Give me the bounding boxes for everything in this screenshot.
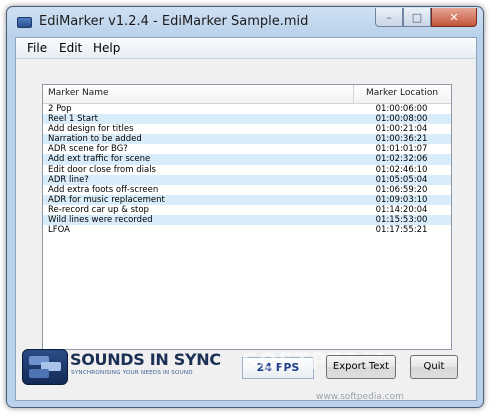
menu-file[interactable]: File bbox=[27, 41, 47, 55]
table-row[interactable]: Narration to be added 01:00:36:21 bbox=[43, 134, 451, 145]
table-row[interactable]: ADR scene for BG? 01:01:01:07 bbox=[43, 144, 451, 154]
table-body: 2 Pop 01:00:06:00 Reel 1 Start 01:00:08:00 A… bbox=[43, 104, 451, 235]
table-row[interactable]: Add extra foots off-screen 01:06:59:20 bbox=[43, 185, 451, 195]
table-row[interactable]: Add ext traffic for scene 01:02:32:06 bbox=[43, 154, 451, 165]
table-row[interactable]: Add design for titles 01:00:21:04 bbox=[43, 124, 451, 134]
marker-location-cell: 01:06:59:20 bbox=[375, 184, 428, 195]
app-icon bbox=[17, 17, 32, 28]
marker-location-cell: 01:09:03:10 bbox=[375, 194, 428, 205]
table-row[interactable]: 2 Pop 01:00:06:00 bbox=[43, 104, 451, 114]
marker-name-cell: ADR scene for BG? bbox=[48, 144, 128, 155]
client-area: File Edit Help Marker Name Marker Locati… bbox=[15, 37, 477, 402]
marker-name-cell: Wild lines were recorded bbox=[48, 215, 153, 226]
marker-location-cell: 01:02:46:10 bbox=[375, 164, 428, 175]
marker-name-cell: ADR line? bbox=[48, 174, 89, 185]
caption-buttons: – □ ✕ bbox=[375, 8, 477, 27]
column-marker-location[interactable]: Marker Location bbox=[366, 88, 438, 98]
maximize-button[interactable]: □ bbox=[403, 8, 431, 27]
menu-help[interactable]: Help bbox=[93, 41, 120, 55]
table-header: Marker Name Marker Location bbox=[43, 85, 451, 104]
marker-name-cell: Add ext traffic for scene bbox=[48, 154, 151, 165]
marker-name-cell: 2 Pop bbox=[48, 104, 72, 114]
marker-location-cell: 01:14:20:04 bbox=[375, 204, 428, 215]
marker-name-cell: Add extra foots off-screen bbox=[48, 184, 159, 195]
export-text-button[interactable]: Export Text bbox=[326, 355, 396, 379]
close-button[interactable]: ✕ bbox=[431, 8, 477, 27]
column-marker-name[interactable]: Marker Name bbox=[48, 88, 109, 98]
marker-name-cell: Re-record car up & stop bbox=[48, 204, 149, 215]
marker-location-cell: 01:00:06:00 bbox=[375, 104, 428, 114]
sounds-in-sync-logo: SOUNDS IN SYNC SYNCHRONISING YOUR NEEDS … bbox=[22, 348, 221, 385]
marker-location-cell: 01:02:32:06 bbox=[375, 154, 428, 165]
marker-name-cell: LFOA bbox=[48, 225, 70, 236]
marker-location-cell: 01:15:53:00 bbox=[375, 215, 428, 226]
menu-bar: File Edit Help bbox=[16, 38, 476, 59]
logo-tagline: SYNCHRONISING YOUR NEEDS IN SOUND bbox=[71, 370, 193, 376]
logo-mark-icon bbox=[22, 349, 68, 385]
table-row[interactable]: Edit door close from dials 01:02:46:10 bbox=[43, 165, 451, 175]
column-divider[interactable] bbox=[353, 85, 354, 103]
table-row[interactable]: LFOA 01:17:55:21 bbox=[43, 225, 451, 235]
marker-location-cell: 01:00:21:04 bbox=[375, 124, 428, 135]
marker-name-cell: Add design for titles bbox=[48, 124, 134, 135]
marker-location-cell: 01:17:55:21 bbox=[375, 225, 428, 236]
softpedia-url: www.softpedia.com bbox=[316, 392, 404, 402]
table-row[interactable]: Re-record car up & stop 01:14:20:04 bbox=[43, 205, 451, 215]
window-title: EdiMarker v1.2.4 - EdiMarker Sample.mid bbox=[39, 14, 309, 29]
marker-name-cell: Edit door close from dials bbox=[48, 164, 156, 175]
marker-name-cell: ADR for music replacement bbox=[48, 194, 165, 205]
table-row[interactable]: ADR for music replacement 01:09:03:10 bbox=[43, 194, 451, 205]
title-bar[interactable]: EdiMarker v1.2.4 - EdiMarker Sample.mid … bbox=[7, 7, 483, 37]
quit-button[interactable]: Quit bbox=[410, 355, 458, 379]
marker-table[interactable]: Marker Name Marker Location 2 Pop 01:00:0… bbox=[42, 84, 452, 350]
marker-location-cell: 01:00:08:00 bbox=[375, 114, 428, 125]
marker-location-cell: 01:01:01:07 bbox=[375, 144, 428, 155]
app-window: EdiMarker v1.2.4 - EdiMarker Sample.mid … bbox=[6, 6, 484, 408]
fps-display: 24 FPS bbox=[242, 357, 314, 379]
marker-location-cell: 01:00:36:21 bbox=[375, 134, 428, 145]
marker-location-cell: 01:05:05:04 bbox=[375, 174, 428, 185]
minimize-button[interactable]: – bbox=[375, 8, 403, 27]
menu-edit[interactable]: Edit bbox=[59, 41, 82, 55]
table-row[interactable]: Reel 1 Start 01:00:08:00 bbox=[43, 114, 451, 125]
table-row[interactable]: Wild lines were recorded 01:15:53:00 bbox=[43, 215, 451, 226]
logo-name: SOUNDS IN SYNC bbox=[70, 350, 221, 369]
marker-name-cell: Narration to be added bbox=[48, 134, 142, 145]
marker-name-cell: Reel 1 Start bbox=[48, 114, 98, 125]
table-row[interactable]: ADR line? 01:05:05:04 bbox=[43, 174, 451, 185]
